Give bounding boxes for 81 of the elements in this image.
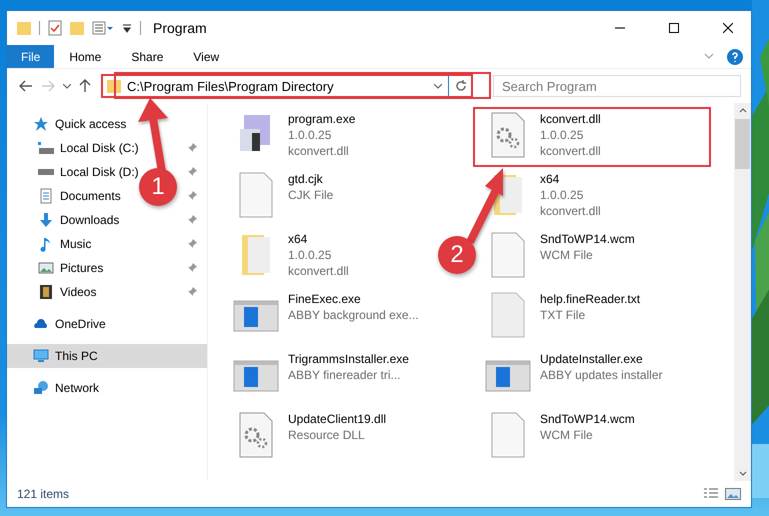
pin-icon — [187, 191, 197, 201]
ribbon-tab[interactable]: View — [178, 45, 234, 68]
sidebar-item[interactable]: This PC — [7, 344, 207, 368]
picture-icon — [38, 260, 54, 276]
pin-icon — [187, 143, 197, 153]
sidebar-item[interactable]: Local Disk (C:) — [60, 141, 181, 155]
sidebar-item[interactable]: Pictures — [60, 261, 181, 275]
sidebar-item[interactable]: Music — [60, 237, 181, 251]
file-name[interactable]: FineExec.exe — [288, 291, 419, 307]
drive-icon — [38, 169, 54, 175]
drive-icon — [38, 142, 54, 154]
view-list-icon[interactable] — [92, 20, 114, 36]
sidebar-item[interactable]: Downloads — [60, 213, 181, 227]
file-name[interactable]: gtd.cjk — [288, 171, 334, 187]
sidebar-item[interactable]: Network — [55, 381, 197, 395]
back-arrow-icon — [19, 80, 33, 92]
window-title: Program — [153, 20, 207, 36]
close-icon — [723, 23, 733, 33]
recent-locations-button[interactable] — [61, 82, 73, 90]
forward-arrow-icon — [41, 80, 55, 92]
scrollbar-thumb[interactable] — [735, 119, 750, 169]
file-detail: WCM File — [540, 427, 594, 443]
file-name[interactable]: help.fineReader.txt — [540, 291, 640, 307]
file-name[interactable]: TrigrammsInstaller.exe — [288, 351, 409, 367]
pin-icon — [187, 263, 197, 273]
file-detail: ABBY updates installer — [540, 367, 663, 383]
file-name[interactable]: kconvert.dll — [540, 111, 601, 127]
file-detail: TXT File — [540, 307, 586, 323]
file-name[interactable]: x64 — [288, 231, 349, 247]
file-detail: kconvert.dll — [288, 263, 349, 279]
up-button[interactable] — [77, 77, 93, 95]
large-icons-view-icon[interactable] — [725, 488, 741, 500]
pin-icon — [187, 167, 197, 177]
item-count: 121 items — [17, 487, 70, 501]
download-icon — [38, 212, 54, 228]
sidebar-item[interactable]: Quick access — [55, 117, 197, 131]
file-detail: CJK File — [288, 187, 334, 203]
file-detail: ABBY finereader tri... — [288, 367, 402, 383]
customize-caret-icon[interactable] — [122, 23, 132, 33]
file-detail: kconvert.dll — [288, 143, 350, 159]
pin-icon — [187, 239, 197, 249]
file-name[interactable]: program.exe — [288, 111, 356, 127]
file-detail: WCM File — [540, 247, 594, 263]
network-icon — [33, 380, 49, 396]
file-name[interactable]: SndToWP14.wcm — [540, 231, 635, 247]
ribbon-tab[interactable]: Home — [54, 45, 116, 68]
address-field[interactable]: C:\Program Files\Program Directory — [101, 74, 473, 98]
film-icon — [38, 284, 54, 300]
file-detail: 1.0.0.25 — [540, 127, 584, 143]
help-icon[interactable] — [727, 48, 743, 64]
file-name[interactable]: x64 — [540, 171, 601, 187]
sidebar-item[interactable]: OneDrive — [55, 317, 197, 331]
folder-icon — [242, 235, 270, 275]
file-name[interactable]: UpdateClient19.dll — [288, 411, 386, 427]
document-icon — [38, 188, 54, 204]
file-detail: kconvert.dll — [540, 143, 601, 159]
computer-icon — [33, 348, 49, 364]
ribbon-tab[interactable]: Share — [116, 45, 178, 68]
search-field[interactable]: Search Program — [493, 75, 741, 97]
maximize-icon — [669, 23, 679, 33]
star-icon — [33, 116, 49, 132]
file-name[interactable]: SndToWP14.wcm — [540, 411, 635, 427]
file-detail: 1.0.0.25 — [540, 187, 584, 203]
file-detail: 1.0.0.25 — [288, 247, 332, 263]
caret-icon — [63, 84, 71, 88]
back-button[interactable] — [17, 78, 35, 94]
properties-icon[interactable] — [48, 20, 62, 36]
file-detail: kconvert.dll — [540, 203, 601, 219]
up-arrow-icon — [79, 79, 91, 93]
minimize-icon — [615, 27, 625, 29]
pin-icon — [187, 215, 197, 225]
pin-icon — [187, 287, 197, 297]
file-detail: 1.0.0.25 — [288, 127, 332, 143]
sidebar-item[interactable]: Videos — [60, 285, 181, 299]
dropdown-caret-icon[interactable] — [434, 84, 442, 88]
file-detail: Resource DLL — [288, 427, 366, 443]
file-name[interactable]: UpdateInstaller.exe — [540, 351, 663, 367]
details-view-icon[interactable] — [703, 488, 719, 500]
file-menu-button[interactable]: File — [7, 45, 54, 68]
refresh-icon[interactable] — [455, 80, 467, 92]
file-detail: ABBY background exe... — [288, 307, 419, 323]
